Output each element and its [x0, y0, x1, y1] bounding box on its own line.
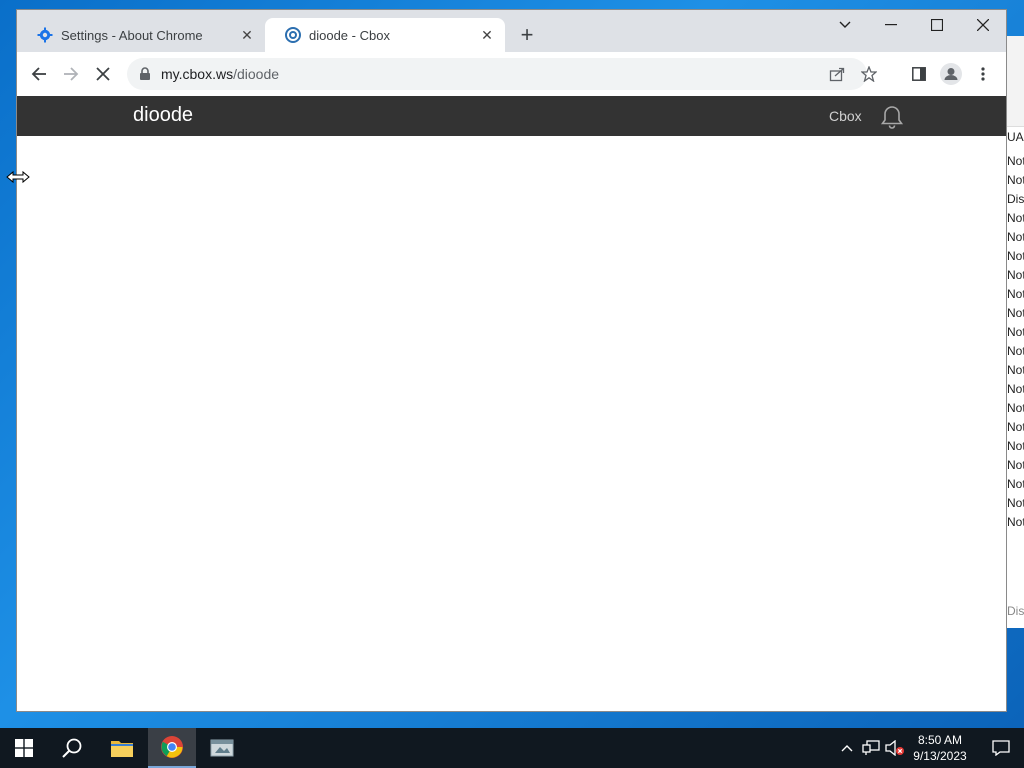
- network-icon[interactable]: [860, 728, 882, 768]
- background-window-row: Not: [1007, 382, 1024, 396]
- search-icon[interactable]: [48, 728, 96, 768]
- page-content: dioode Cbox: [17, 96, 1006, 711]
- clock-time: 8:50 AM: [917, 733, 963, 747]
- volume-muted-icon[interactable]: [884, 728, 906, 768]
- app-window-icon[interactable]: [198, 728, 246, 768]
- show-hidden-icons-chevron-up-icon[interactable]: [838, 728, 856, 768]
- background-window-row: Not: [1007, 344, 1024, 358]
- start-button[interactable]: [0, 728, 48, 768]
- background-window-row: Not: [1007, 306, 1024, 320]
- share-icon[interactable]: [827, 64, 847, 84]
- browser-window: Settings - About Chrome ✕ dioode - Cbox …: [17, 10, 1006, 711]
- close-window-button[interactable]: [960, 10, 1006, 40]
- tab-settings[interactable]: Settings - About Chrome ✕: [17, 18, 265, 52]
- background-window-row: Not: [1007, 249, 1024, 263]
- clock-date: 9/13/2023: [913, 749, 967, 763]
- stop-loading-button[interactable]: [89, 60, 117, 88]
- gear-icon: [37, 27, 53, 43]
- background-window-row: Not: [1007, 515, 1024, 529]
- tab-cbox[interactable]: dioode - Cbox ✕: [265, 18, 505, 52]
- close-tab-icon[interactable]: ✕: [479, 27, 495, 43]
- back-button[interactable]: [25, 60, 53, 88]
- chrome-taskbar-icon[interactable]: [148, 728, 196, 768]
- file-explorer-icon[interactable]: [98, 728, 146, 768]
- side-panel-button[interactable]: [905, 60, 933, 88]
- background-window-row: Not: [1007, 458, 1024, 472]
- url-host: my.cbox.ws: [161, 66, 234, 82]
- url-text: my.cbox.ws/dioode: [161, 66, 279, 82]
- notification-icon[interactable]: [978, 728, 1024, 768]
- tab-title: dioode - Cbox: [309, 27, 390, 43]
- close-tab-icon[interactable]: ✕: [239, 27, 255, 43]
- background-window-row: Not: [1007, 401, 1024, 415]
- background-window-rows: Not Not Disa Not Not Not Not Not Not Not Not Not Not…: [1007, 152, 1024, 532]
- background-window-row: Not: [1007, 268, 1024, 282]
- url-path: /dioode: [233, 66, 280, 82]
- bookmark-star-icon[interactable]: [859, 64, 879, 84]
- site-title[interactable]: dioode: [133, 104, 193, 127]
- background-window-row: Not: [1007, 173, 1024, 187]
- cbox-favicon-icon: [285, 27, 301, 43]
- lock-icon[interactable]: [139, 67, 153, 81]
- background-window-row: Not: [1007, 439, 1024, 453]
- site-header: dioode Cbox: [17, 96, 1006, 136]
- taskbar-clock[interactable]: 8:50 AM 9/13/2023: [908, 732, 972, 764]
- background-window-row: Not: [1007, 477, 1024, 491]
- address-bar[interactable]: my.cbox.ws/dioode: [127, 58, 877, 90]
- browser-toolbar: my.cbox.ws/dioode: [17, 52, 1006, 97]
- background-window-footer: Disa: [1007, 604, 1024, 618]
- forward-button[interactable]: [57, 60, 85, 88]
- maximize-button[interactable]: [914, 10, 960, 40]
- background-window-row: Disa: [1007, 192, 1024, 206]
- background-window-row: Not: [1007, 287, 1024, 301]
- tab-search-button[interactable]: [822, 10, 868, 40]
- background-window-column-header: UAC: [1007, 130, 1024, 144]
- bell-icon[interactable]: [879, 104, 905, 130]
- tab-strip: Settings - About Chrome ✕ dioode - Cbox …: [17, 10, 1006, 52]
- taskbar: 8:50 AM 9/13/2023: [0, 728, 1024, 768]
- background-window-row: Not: [1007, 496, 1024, 510]
- tab-title: Settings - About Chrome: [61, 27, 203, 43]
- cbox-link[interactable]: Cbox: [829, 108, 862, 124]
- new-tab-button[interactable]: +: [517, 24, 537, 46]
- background-window-row: Not: [1007, 211, 1024, 225]
- background-window-row: Not: [1007, 325, 1024, 339]
- profile-avatar-button[interactable]: [937, 60, 965, 88]
- background-window-row: Not: [1007, 154, 1024, 168]
- minimize-button[interactable]: [868, 10, 914, 40]
- background-window-row: Not: [1007, 420, 1024, 434]
- background-window-row: Not: [1007, 363, 1024, 377]
- menu-kebab-icon[interactable]: [969, 60, 997, 88]
- resize-cursor-icon: [6, 170, 30, 184]
- background-window-row: Not: [1007, 230, 1024, 244]
